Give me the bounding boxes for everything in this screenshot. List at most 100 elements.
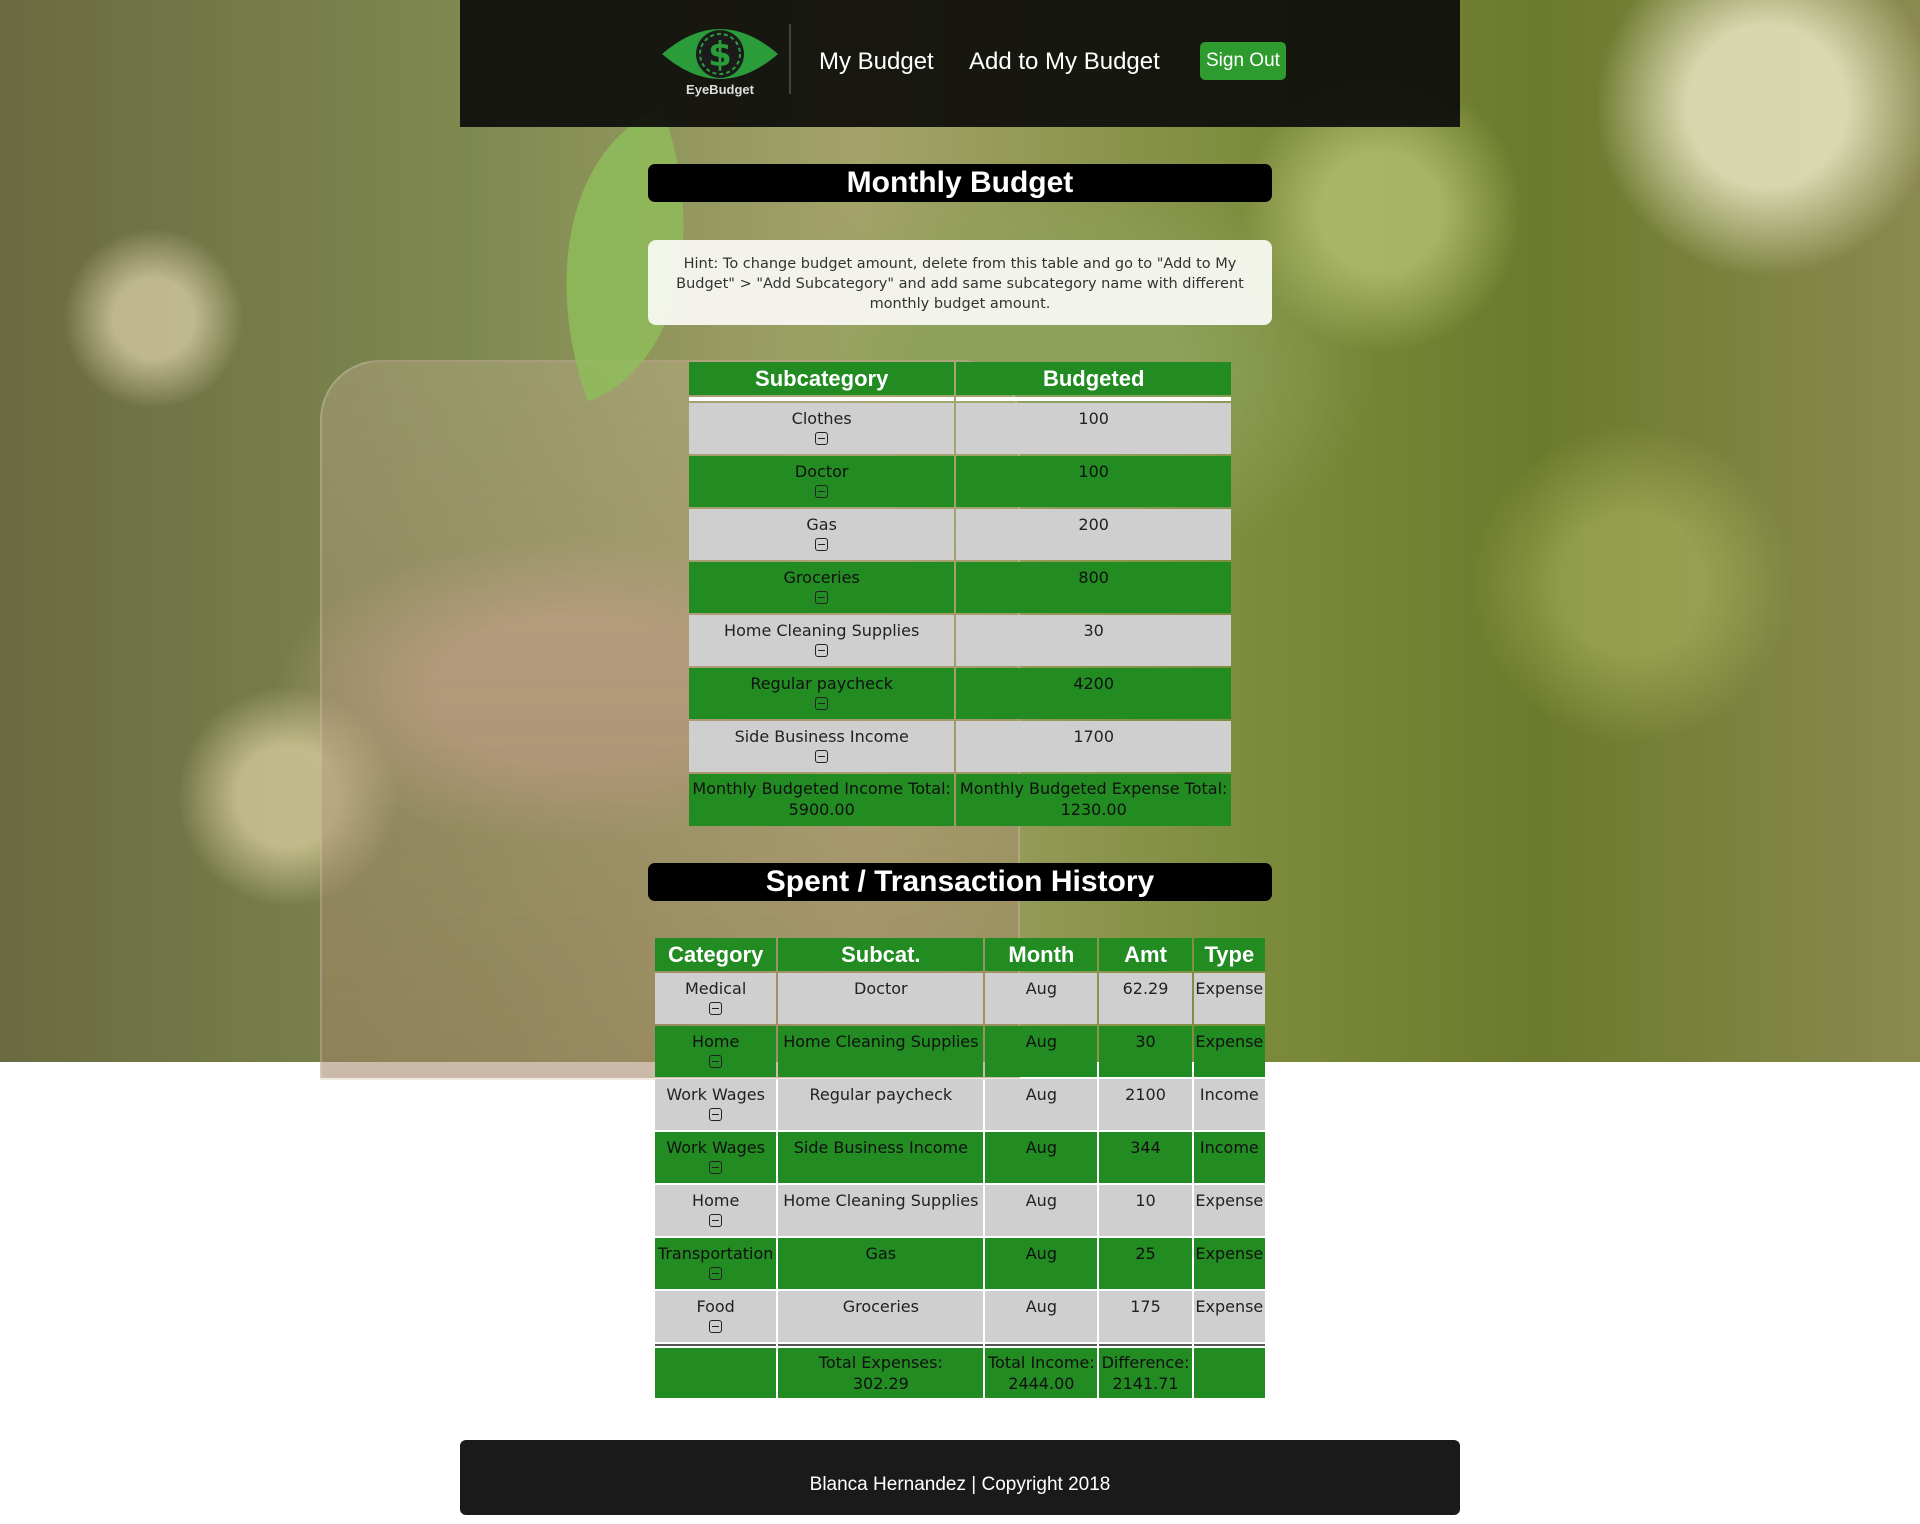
delete-icon[interactable]: [709, 1267, 723, 1280]
month-cell: Aug: [985, 1026, 1098, 1077]
delete-icon[interactable]: [709, 1320, 723, 1333]
budgeted-cell: 100: [956, 403, 1231, 454]
delete-icon[interactable]: [815, 750, 829, 763]
delete-icon[interactable]: [815, 697, 829, 710]
amount-cell: 62.29: [1099, 973, 1192, 1024]
income-total-cell: Monthly Budgeted Income Total: 5900.00: [689, 774, 955, 826]
subcat-cell: Gas: [778, 1238, 984, 1289]
svg-text:$: $: [708, 35, 732, 75]
delete-icon[interactable]: [815, 644, 829, 657]
total-expenses-label: Total Expenses:: [818, 1353, 943, 1372]
totals-separator: [655, 1344, 1265, 1346]
total-expenses-value: 302.29: [852, 1374, 909, 1393]
month-cell: Aug: [985, 1185, 1098, 1236]
expense-total-cell: Monthly Budgeted Expense Total: 1230.00: [956, 774, 1231, 826]
subcategory-cell: Clothes: [689, 403, 955, 454]
delete-icon[interactable]: [815, 485, 829, 498]
category-name: Work Wages: [666, 1138, 765, 1157]
month-cell: Aug: [985, 1079, 1098, 1130]
table-row: Clothes 100: [689, 403, 1231, 454]
table-row: Transportation Gas Aug 25 Expense: [655, 1238, 1265, 1289]
logo-text: EyeBudget: [686, 82, 754, 97]
column-header-subcat: Subcat.: [778, 938, 984, 971]
amount-cell: 25: [1099, 1238, 1192, 1289]
delete-icon[interactable]: [709, 1055, 723, 1068]
transaction-table: Category Subcat. Month Amt Type Medical D…: [653, 936, 1267, 1400]
budgeted-cell: 800: [956, 562, 1231, 613]
subcat-cell: Home Cleaning Supplies: [778, 1185, 984, 1236]
column-header-amt: Amt: [1099, 938, 1192, 971]
delete-icon[interactable]: [709, 1108, 723, 1121]
type-cell: Expense: [1193, 1185, 1265, 1236]
table-row: Work Wages Side Business Income Aug 344 Inco…: [655, 1132, 1265, 1183]
subcat-cell: Groceries: [778, 1291, 984, 1342]
category-cell: Medical: [655, 973, 777, 1024]
logo-divider: [789, 24, 791, 94]
total-income-value: 2444.00: [1008, 1374, 1075, 1393]
expense-total-label: Monthly Budgeted Expense Total:: [959, 779, 1228, 798]
category-cell: Transportation: [655, 1238, 777, 1289]
amount-cell: 344: [1099, 1132, 1192, 1183]
month-cell: Aug: [985, 1238, 1098, 1289]
subcat-cell: Home Cleaning Supplies: [778, 1026, 984, 1077]
budget-totals-row: Monthly Budgeted Income Total: 5900.00 Mon…: [689, 774, 1231, 826]
table-row: Doctor 100: [689, 456, 1231, 507]
sign-out-button[interactable]: Sign Out: [1200, 42, 1286, 80]
budgeted-cell: 30: [956, 615, 1231, 666]
subcategory-name: Regular paycheck: [750, 674, 894, 693]
history-totals-row: Total Expenses: 302.29 Total Income: 2444.0…: [655, 1348, 1265, 1398]
month-cell: Aug: [985, 973, 1098, 1024]
subcategory-cell: Groceries: [689, 562, 955, 613]
subcat-cell: Side Business Income: [778, 1132, 984, 1183]
delete-icon[interactable]: [815, 432, 829, 445]
transaction-history-title: Spent / Transaction History: [648, 863, 1272, 901]
subcategory-cell: Regular paycheck: [689, 668, 955, 719]
month-cell: Aug: [985, 1132, 1098, 1183]
delete-icon[interactable]: [815, 538, 829, 551]
subcategory-cell: Home Cleaning Supplies: [689, 615, 955, 666]
budget-table: Subcategory Budgeted Clothes 100 Doctor 100…: [687, 360, 1233, 828]
difference-value: 2141.71: [1112, 1374, 1179, 1393]
delete-icon[interactable]: [709, 1161, 723, 1174]
delete-icon[interactable]: [709, 1002, 723, 1015]
table-row: Home Home Cleaning Supplies Aug 30 Expense: [655, 1026, 1265, 1077]
category-cell: Work Wages: [655, 1079, 777, 1130]
amount-cell: 30: [1099, 1026, 1192, 1077]
difference-label: Difference:: [1101, 1353, 1190, 1372]
subcategory-name: Groceries: [783, 568, 860, 587]
table-row: Gas 200: [689, 509, 1231, 560]
total-income-label: Total Income:: [988, 1353, 1095, 1372]
table-row: Home Cleaning Supplies 30: [689, 615, 1231, 666]
income-total-value: 5900.00: [788, 800, 855, 819]
table-row: Food Groceries Aug 175 Expense: [655, 1291, 1265, 1342]
column-header-month: Month: [985, 938, 1098, 971]
subcat-cell: Doctor: [778, 973, 984, 1024]
nav-add-to-budget-link[interactable]: Add to My Budget: [969, 48, 1160, 76]
category-cell: Home: [655, 1185, 777, 1236]
budgeted-cell: 200: [956, 509, 1231, 560]
table-row: Groceries 800: [689, 562, 1231, 613]
column-header-type: Type: [1193, 938, 1265, 971]
table-row: Side Business Income 1700: [689, 721, 1231, 772]
table-row: Medical Doctor Aug 62.29 Expense: [655, 973, 1265, 1024]
expense-total-value: 1230.00: [1060, 800, 1127, 819]
budgeted-cell: 4200: [956, 668, 1231, 719]
category-name: Transportation: [657, 1244, 774, 1263]
table-row: Regular paycheck 4200: [689, 668, 1231, 719]
amount-cell: 2100: [1099, 1079, 1192, 1130]
type-cell: Income: [1193, 1079, 1265, 1130]
empty-total-cell: [1193, 1348, 1265, 1398]
category-name: Food: [696, 1297, 735, 1316]
budgeted-cell: 100: [956, 456, 1231, 507]
subcat-cell: Regular paycheck: [778, 1079, 984, 1130]
delete-icon[interactable]: [709, 1214, 723, 1227]
delete-icon[interactable]: [815, 591, 829, 604]
nav-my-budget-link[interactable]: My Budget: [819, 48, 934, 76]
column-header-budgeted: Budgeted: [956, 362, 1231, 395]
type-cell: Expense: [1193, 1238, 1265, 1289]
total-income-cell: Total Income: 2444.00: [985, 1348, 1098, 1398]
type-cell: Expense: [1193, 1026, 1265, 1077]
income-total-label: Monthly Budgeted Income Total:: [692, 779, 951, 798]
budget-hint: Hint: To change budget amount, delete fr…: [648, 240, 1272, 325]
subcategory-name: Side Business Income: [734, 727, 909, 746]
